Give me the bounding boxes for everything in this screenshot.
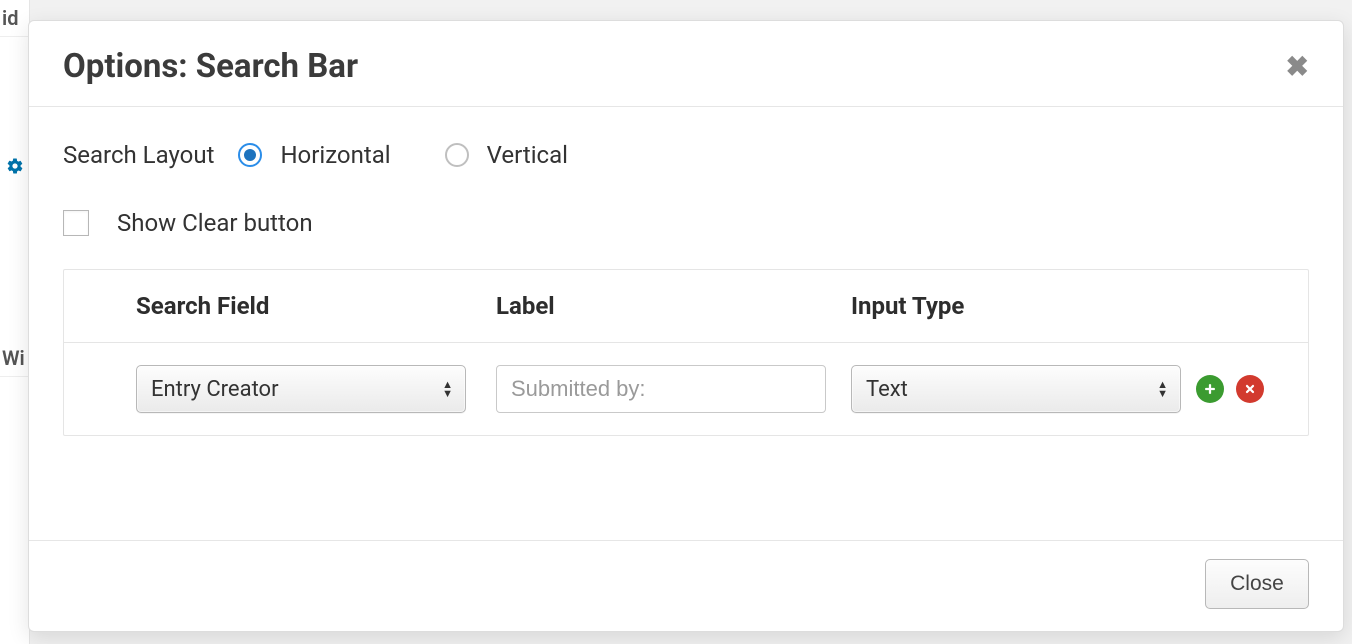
th-label: Label <box>496 292 851 320</box>
radio-horizontal-label[interactable]: Horizontal <box>280 141 390 169</box>
chevron-updown-icon: ▲▼ <box>1157 380 1168 398</box>
radio-horizontal[interactable] <box>238 143 262 167</box>
search-fields-table: Search Field Label Input Type Entry Crea… <box>63 269 1309 436</box>
add-row-button[interactable] <box>1196 375 1224 403</box>
bg-fragment-mid: Wi <box>0 340 29 377</box>
show-clear-label[interactable]: Show Clear button <box>117 209 313 237</box>
row-actions <box>1196 375 1306 403</box>
bg-fragment-top: id <box>0 0 29 37</box>
radio-vertical[interactable] <box>445 143 469 167</box>
modal-header: Options: Search Bar ✖ <box>29 21 1343 107</box>
modal-footer: Close <box>29 540 1343 631</box>
modal-body: Search Layout Horizontal Vertical Show C… <box>29 107 1343 540</box>
th-input-type: Input Type <box>851 292 1196 320</box>
show-clear-checkbox[interactable] <box>63 210 89 236</box>
close-button[interactable]: Close <box>1205 559 1309 609</box>
table-header-row: Search Field Label Input Type <box>64 270 1308 343</box>
search-field-select[interactable]: Entry Creator ▲▼ <box>136 365 466 413</box>
close-icon[interactable]: ✖ <box>1286 53 1309 81</box>
gear-icon <box>0 157 29 180</box>
options-modal: Options: Search Bar ✖ Search Layout Hori… <box>28 20 1344 632</box>
table-row: Entry Creator ▲▼ Text ▲▼ <box>64 343 1308 435</box>
background-panel: id Wi <box>0 0 30 644</box>
input-type-value: Text <box>866 377 908 402</box>
chevron-updown-icon: ▲▼ <box>442 380 453 398</box>
search-layout-label: Search Layout <box>63 141 214 169</box>
th-search-field: Search Field <box>136 292 496 320</box>
input-type-select[interactable]: Text ▲▼ <box>851 365 1181 413</box>
search-field-value: Entry Creator <box>151 377 279 402</box>
modal-title: Options: Search Bar <box>63 47 358 86</box>
remove-row-button[interactable] <box>1236 375 1264 403</box>
label-input[interactable] <box>496 365 826 413</box>
search-layout-row: Search Layout Horizontal Vertical <box>63 141 1309 169</box>
show-clear-row: Show Clear button <box>63 209 1309 237</box>
radio-vertical-label[interactable]: Vertical <box>487 141 568 169</box>
